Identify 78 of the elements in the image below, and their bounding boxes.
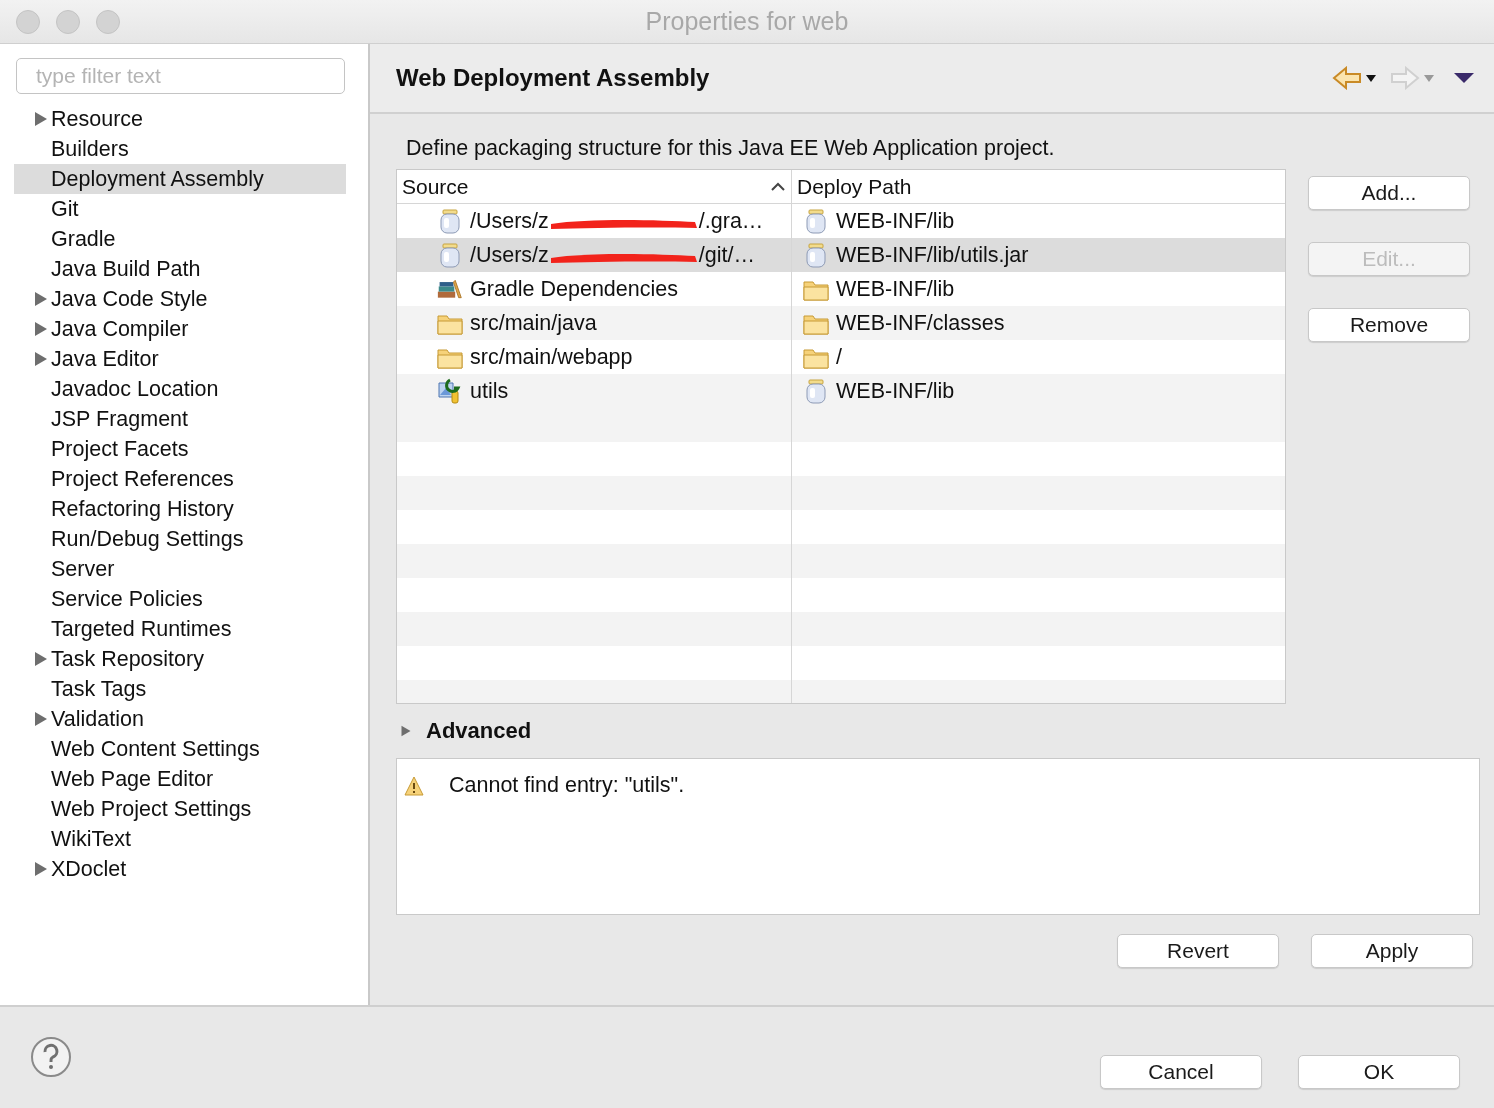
sidebar-item[interactable]: Web Content Settings [51, 736, 260, 762]
revert-button[interactable]: Revert [1117, 934, 1279, 968]
project-icon [437, 377, 463, 405]
path-text: /Users/z [470, 242, 549, 268]
sidebar-item[interactable]: Resource [51, 106, 143, 132]
sidebar-item[interactable]: Gradle [51, 226, 116, 252]
table-cell: WEB-INF/classes [836, 310, 1005, 336]
section-label[interactable]: Advanced [426, 718, 532, 744]
filter-field[interactable]: type filter text [16, 58, 345, 94]
path-text: /git/… [698, 242, 755, 268]
sidebar-item[interactable]: Java Code Style [51, 286, 208, 312]
dropdown-caret-icon[interactable] [1366, 74, 1376, 82]
table-cell: / [836, 344, 842, 370]
table-row[interactable]: src/main/webapp / [397, 340, 1285, 374]
jar-icon [805, 208, 827, 234]
sidebar-item[interactable]: JSP Fragment [51, 406, 189, 432]
expand-arrow-icon[interactable] [33, 651, 49, 667]
expand-arrow-icon[interactable] [33, 351, 49, 367]
column-header[interactable]: Source [397, 170, 792, 203]
sidebar-item[interactable]: Targeted Runtimes [51, 616, 232, 642]
expand-arrow-icon[interactable] [33, 711, 49, 727]
column-header[interactable]: Deploy Path [792, 170, 1285, 203]
sidebar-item[interactable]: WikiText [51, 826, 132, 852]
description-text: Define packaging structure for this Java EE Web Application project. [406, 136, 1056, 161]
jar-icon [805, 242, 827, 268]
page-title: Web Deployment Assembly [396, 64, 710, 92]
table-action-button[interactable]: Add... [1308, 176, 1470, 210]
table-row[interactable]: Gradle Dependencies WEB-INF/lib [397, 272, 1285, 306]
sidebar-item[interactable]: Java Build Path [51, 256, 201, 282]
table-row[interactable]: src/main/java WEB-INF/classes [397, 306, 1285, 340]
table-cell: WEB-INF/lib [836, 208, 955, 234]
jar-icon [805, 378, 827, 404]
sidebar-item[interactable]: Service Policies [51, 586, 203, 612]
sidebar-item[interactable]: Refactoring History [51, 496, 234, 522]
table-cell: WEB-INF/lib [836, 276, 955, 302]
ok-button[interactable]: OK [1298, 1055, 1460, 1089]
window-title: Properties for web [645, 7, 849, 35]
sidebar-item[interactable]: Javadoc Location [51, 376, 219, 402]
cancel-button[interactable]: Cancel [1100, 1055, 1262, 1089]
expand-arrow-icon[interactable] [33, 321, 49, 337]
sidebar-item[interactable]: Builders [51, 136, 129, 162]
help-icon[interactable] [30, 1036, 72, 1078]
table-row[interactable]: utils WEB-INF/lib [397, 374, 1285, 408]
sidebar-item[interactable]: Run/Debug Settings [51, 526, 244, 552]
table-action-button[interactable]: Remove [1308, 308, 1470, 342]
sidebar-item[interactable]: Validation [51, 706, 144, 732]
expand-arrow-icon[interactable] [33, 291, 49, 307]
books-icon [437, 277, 463, 301]
sidebar-item[interactable]: Task Tags [51, 676, 147, 702]
warning-icon [403, 774, 425, 797]
sidebar-item[interactable]: Java Compiler [51, 316, 189, 342]
expand-arrow-icon[interactable] [400, 723, 412, 739]
view-menu-icon[interactable] [1454, 73, 1474, 83]
message-text: Cannot find entry: "utils". [449, 773, 685, 798]
table-cell: utils [470, 378, 509, 404]
sidebar-item[interactable]: Web Project Settings [51, 796, 252, 822]
table-cell: WEB-INF/lib/utils.jar [836, 242, 1029, 268]
sidebar-item[interactable]: Java Editor [51, 346, 159, 372]
expand-arrow-icon[interactable] [33, 861, 49, 877]
sidebar-item[interactable]: XDoclet [51, 856, 127, 882]
table-row[interactable]: /Users/z /.gra… WEB-INF/lib [397, 204, 1285, 238]
table-cell: Gradle Dependencies [470, 276, 678, 302]
table-cell: WEB-INF/lib [836, 378, 955, 404]
table-cell: src/main/webapp [470, 344, 633, 370]
table-row[interactable]: /Users/z /git/… WEB-INF/lib/utils.jar [397, 238, 1285, 272]
sidebar-item[interactable]: Task Repository [51, 646, 204, 672]
jar-icon [439, 242, 461, 268]
apply-button[interactable]: Apply [1311, 934, 1473, 968]
sidebar-item[interactable]: Web Page Editor [51, 766, 214, 792]
sidebar-item[interactable]: Server [51, 556, 115, 582]
sidebar-item[interactable]: Project References [51, 466, 234, 492]
jar-icon [439, 208, 461, 234]
path-text: /.gra… [698, 208, 764, 234]
expand-arrow-icon[interactable] [33, 111, 49, 127]
table-cell: src/main/java [470, 310, 597, 336]
sidebar-item[interactable]: Project Facets [51, 436, 189, 462]
sidebar-item[interactable]: Git [51, 196, 79, 222]
path-text: /Users/z [470, 208, 549, 234]
